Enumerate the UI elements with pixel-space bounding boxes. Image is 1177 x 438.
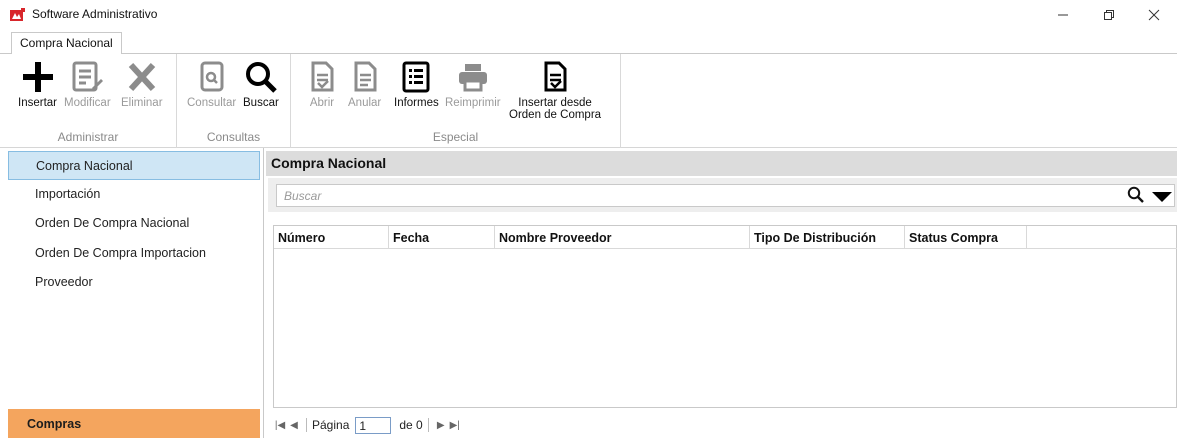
insertar-desde-line2: Orden de Compra (509, 109, 602, 121)
restore-icon (1104, 10, 1114, 20)
left-nav: Compra Nacional Importación Orden De Com… (0, 148, 264, 438)
abrir-label: Abrir (309, 97, 335, 109)
group-label-especial: Especial (432, 130, 479, 144)
first-page-icon[interactable]: |◀ (273, 420, 287, 431)
insertar-desde-line1: Insertar desde (518, 97, 592, 109)
modificar-label: Modificar (64, 97, 111, 109)
reimprimir-button[interactable]: Reimprimir (445, 58, 501, 109)
column-header-fecha[interactable]: Fecha (389, 226, 495, 249)
document-open-icon (311, 61, 334, 92)
page-label: Página (312, 418, 350, 432)
title-bar: Software Administrativo (0, 0, 1177, 30)
eliminar-label: Eliminar (121, 97, 163, 109)
page-of-label: de 0 (399, 418, 423, 432)
insertar-desde-orden-button[interactable]: Insertar desde Orden de Compra (509, 58, 601, 121)
anular-label: Anular (348, 97, 382, 109)
ribbon-group-especial: Abrir Anular Informes Reimprimir Inserta… (291, 54, 621, 148)
search-bar: Buscar (268, 178, 1177, 212)
main-panel: Compra Nacional Buscar Número Fecha Nomb… (266, 148, 1177, 438)
close-icon (1148, 9, 1160, 21)
nav-item-orden-compra-nacional[interactable]: Orden De Compra Nacional (8, 209, 260, 238)
pager-separator (306, 418, 307, 432)
delete-x-icon (128, 62, 155, 92)
nav-footer-compras[interactable]: Compras (8, 409, 260, 438)
pager-separator (427, 418, 429, 432)
nav-item-proveedor[interactable]: Proveedor (8, 268, 260, 297)
restore-button[interactable] (1086, 0, 1132, 30)
minimize-button[interactable] (1040, 0, 1086, 30)
ribbon: Insertar Modificar Eliminar Administrar … (0, 53, 1177, 148)
next-page-icon[interactable]: ▶ (434, 420, 448, 431)
panel-title: Compra Nacional (266, 151, 1177, 176)
magnifier-icon (245, 62, 277, 93)
ribbon-group-consultas: Consultar Buscar Consultas (177, 54, 291, 148)
column-header-status-compra[interactable]: Status Compra (905, 226, 1027, 249)
buscar-label: Buscar (243, 97, 279, 109)
anular-button[interactable]: Anular (348, 58, 381, 109)
consultar-label: Consultar (187, 97, 237, 109)
grid-header: Número Fecha Nombre Proveedor Tipo De Di… (274, 226, 1177, 249)
printer-icon (458, 64, 487, 92)
nav-item-compra-nacional[interactable]: Compra Nacional (8, 151, 260, 180)
group-label-consultas: Consultas (206, 130, 261, 144)
ribbon-group-administrar: Insertar Modificar Eliminar Administrar (0, 54, 177, 148)
close-button[interactable] (1131, 0, 1177, 30)
informes-label: Informes (394, 97, 439, 109)
search-icon[interactable] (1127, 186, 1145, 204)
modificar-button[interactable]: Modificar (64, 58, 111, 109)
insertar-desde-label: Insertar desde Orden de Compra (509, 97, 601, 121)
document-check-icon (544, 61, 567, 92)
report-list-icon (402, 61, 430, 93)
edit-document-icon (72, 61, 104, 92)
dropdown-triangle-icon[interactable] (1151, 191, 1173, 203)
data-grid: Número Fecha Nombre Proveedor Tipo De Di… (273, 225, 1177, 408)
prev-page-icon[interactable]: ◀ (287, 420, 301, 431)
ribbon-tab-compra-nacional[interactable]: Compra Nacional (11, 32, 122, 54)
eliminar-button[interactable]: Eliminar (121, 58, 163, 109)
window-title: Software Administrativo (32, 7, 158, 21)
informes-button[interactable]: Informes (394, 58, 439, 109)
last-page-icon[interactable]: ▶| (448, 420, 462, 431)
document-cancel-icon (354, 61, 377, 92)
pager: |◀ ◀ Página 1 de 0 ▶ ▶| (273, 415, 462, 435)
plus-icon (22, 62, 53, 92)
document-search-icon (200, 61, 224, 92)
consultar-button[interactable]: Consultar (187, 58, 236, 109)
group-label-administrar: Administrar (57, 130, 119, 144)
abrir-button[interactable]: Abrir (307, 58, 337, 109)
app-logo-icon (10, 8, 25, 21)
column-header-numero[interactable]: Número (274, 226, 389, 249)
column-header-tipo-distribucion[interactable]: Tipo De Distribución (750, 226, 905, 249)
page-number-input[interactable]: 1 (355, 416, 392, 434)
nav-item-importacion[interactable]: Importación (8, 180, 260, 209)
insertar-button[interactable]: Insertar (18, 58, 57, 109)
reimprimir-label: Reimprimir (445, 97, 501, 109)
search-input[interactable]: Buscar (276, 184, 1175, 207)
column-header-nombre-proveedor[interactable]: Nombre Proveedor (495, 226, 750, 249)
buscar-button[interactable]: Buscar (243, 58, 279, 109)
insertar-label: Insertar (18, 97, 57, 109)
minimize-icon (1058, 14, 1068, 16)
nav-item-orden-compra-importacion[interactable]: Orden De Compra Importacion (8, 239, 260, 268)
